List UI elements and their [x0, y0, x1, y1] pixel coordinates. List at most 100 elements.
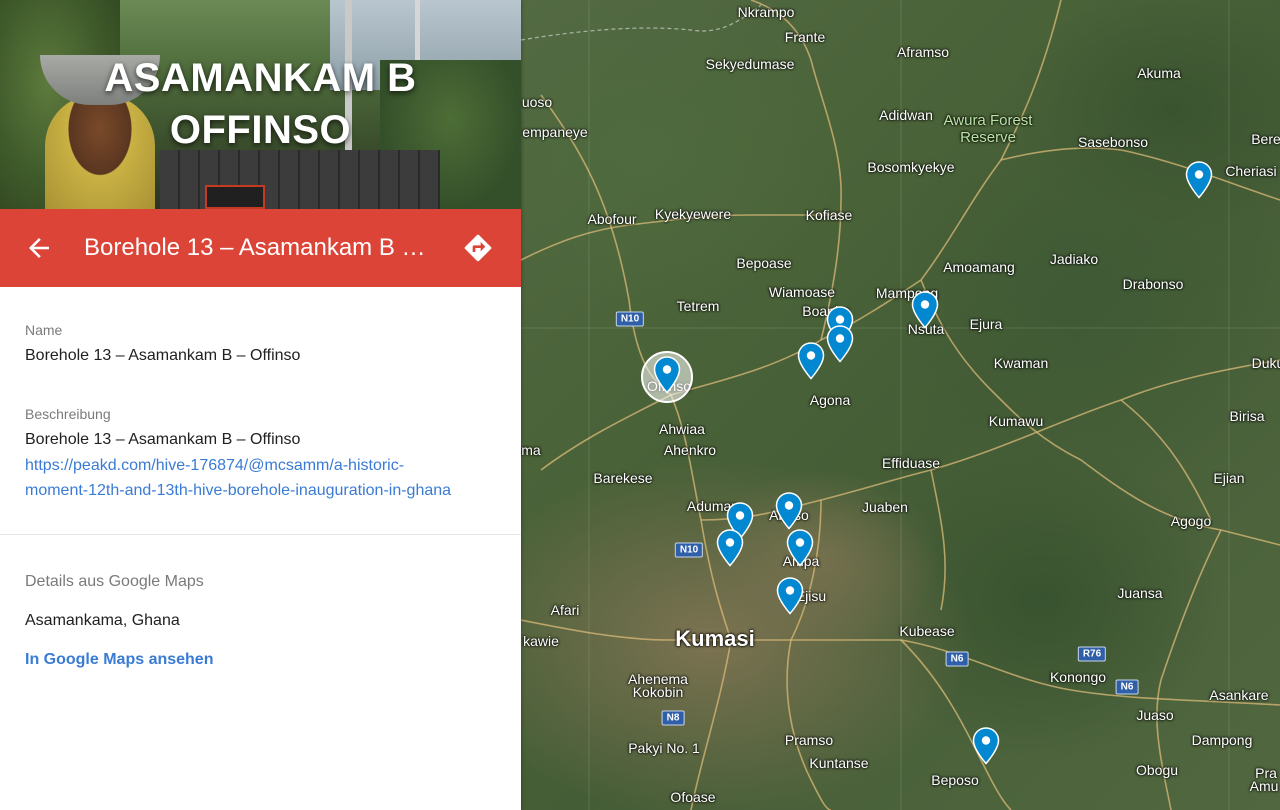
map-label-akuma: Akuma [1137, 65, 1181, 81]
photo-title-line: OFFINSO [169, 108, 352, 152]
google-maps-details-title: Details aus Google Maps [25, 573, 204, 590]
map-marker-abaso[interactable] [775, 492, 803, 530]
map-label-bosomkyekye: Bosomkyekye [867, 159, 955, 175]
forest-label-line: Reserve [960, 129, 1016, 146]
map-label-effiduase: Effiduase [881, 455, 941, 471]
map-label-afari: Afari [550, 602, 580, 618]
map-label-city: Kumasi [675, 626, 755, 651]
map-marker-ampa[interactable] [786, 529, 814, 567]
map-label-kyekyewere: Kyekyewere [654, 206, 732, 222]
map-marker-boanim2[interactable] [826, 325, 854, 363]
map-label-tetrem: Tetrem [676, 298, 720, 314]
map-label-juaso: Juaso [1136, 707, 1174, 723]
map-label-kumawu: Kumawu [988, 413, 1044, 429]
photo-wall [160, 150, 440, 209]
route-shield-n10-b: N10 [674, 542, 704, 558]
map-label-kwaman: Kwaman [993, 355, 1049, 371]
photo-banner [205, 185, 265, 209]
map-pin-icon [716, 529, 744, 567]
map-pin-icon [972, 727, 1000, 765]
map-label-kokobin: Kokobin [632, 684, 684, 700]
map-label-pramso: Pramso [784, 732, 834, 748]
description-link-line: https://peakd.com/hive-176874/@mcsamm/a-… [25, 457, 405, 474]
divider [0, 534, 521, 535]
map-label-frante: Frante [784, 29, 826, 45]
name-label: Name [25, 322, 63, 338]
map-label-forest-reserve: Awura Forest Reserve [944, 112, 1033, 146]
route-shield-n10-a: N10 [615, 311, 645, 327]
map-label-asankare: Asankare [1209, 687, 1269, 703]
map-label-kuntanse: Kuntanse [809, 755, 869, 771]
description-link[interactable]: https://peakd.com/hive-176874/@mcsamm/a-… [25, 453, 495, 503]
map-marker-beposo[interactable] [972, 727, 1000, 765]
map-label-obogu: Obogu [1135, 762, 1179, 778]
map-marker-kyamase[interactable] [797, 342, 825, 380]
header-bar: Borehole 13 – Asamankam B – Offinso [0, 209, 521, 287]
map-label-uoso: uoso [521, 94, 553, 110]
map-label-beposo: Beposo [931, 772, 979, 788]
map-label-jadiako: Jadiako [1049, 251, 1099, 267]
view-in-google-maps-link[interactable]: In Google Maps ansehen [25, 651, 213, 669]
map-label-cheriasi: Cheriasi [1225, 163, 1277, 179]
route-shield-n6-a: N6 [945, 651, 969, 667]
map-label-ofoase: Ofoase [670, 789, 716, 805]
map-label-juaben: Juaben [862, 499, 908, 515]
map-marker-ejisu[interactable] [776, 577, 804, 615]
photo-title-line: ASAMANKAM B [104, 56, 417, 100]
map-label-kofiase: Kofiase [805, 207, 853, 223]
directions-icon [464, 234, 492, 262]
map-label-kubease: Kubease [899, 623, 955, 639]
map-label-sekyedumase: Sekyedumase [705, 56, 795, 72]
forest-label-line: Awura Forest [943, 112, 1033, 129]
map-label-wiamoase: Wiamoase [768, 284, 836, 300]
map-canvas[interactable]: Nkrampo Frante Aframso Sekyedumase Akuma Adid… [521, 0, 1280, 810]
cover-photo: ASAMANKAM B OFFINSO [0, 0, 521, 209]
map-pin-icon [797, 342, 825, 380]
description-value: Borehole 13 – Asamankam B – Offinso [25, 431, 301, 448]
map-label-konongo: Konongo [1049, 669, 1107, 685]
map-pin-icon [826, 325, 854, 363]
route-shield-n6-b: N6 [1115, 679, 1139, 695]
map-label-ejian: Ejian [1213, 470, 1245, 486]
map-label-agogo: Agogo [1170, 513, 1212, 529]
map-label-sasebonso: Sasebonso [1077, 134, 1149, 150]
map-marker-aduman2[interactable] [716, 529, 744, 567]
map-pin-icon [786, 529, 814, 567]
map-label-duku: Duku [1251, 355, 1280, 371]
back-button[interactable] [24, 233, 54, 263]
map-label-amoamang: Amoamang [943, 259, 1015, 275]
map-label-juansa: Juansa [1117, 585, 1163, 601]
map-pin-icon [775, 492, 803, 530]
directions-button[interactable] [462, 232, 494, 264]
route-shield-n8: N8 [661, 710, 685, 726]
map-label-amu: Amu [1249, 778, 1279, 794]
map-marker-cheriasi[interactable] [1185, 161, 1213, 199]
map-label-birisa: Birisa [1229, 408, 1265, 424]
description-label: Beschreibung [25, 406, 111, 422]
map-marker-nsuta[interactable] [911, 291, 939, 329]
map-label-adidwan: Adidwan [879, 107, 933, 123]
map-label-kawie: kawie [523, 633, 559, 649]
arrow-back-icon [29, 238, 49, 258]
map-label-barekese: Barekese [593, 470, 653, 486]
map-label-abofour: Abofour [587, 211, 637, 227]
map-label-aframso: Aframso [896, 44, 950, 60]
map-label-ejura: Ejura [969, 316, 1003, 332]
route-shield-r76: R76 [1077, 646, 1107, 662]
map-pin-icon [1185, 161, 1213, 199]
map-label-bepoase: Bepoase [736, 255, 792, 271]
map-pin-icon [911, 291, 939, 329]
description-link-line: moment-12th-and-13th-hive-borehole-inaug… [25, 482, 452, 499]
map-marker-selected-offinso[interactable] [653, 356, 681, 394]
name-value: Borehole 13 – Asamankam B – Offinso [25, 347, 301, 364]
details-panel: ASAMANKAM B OFFINSO Borehole 13 – Asaman… [0, 0, 521, 810]
map-label-agona: Agona [809, 392, 851, 408]
map-label-pakyi: Pakyi No. 1 [628, 740, 700, 756]
map-pin-icon [653, 356, 681, 394]
map-label-ahwiaa: Ahwiaa [659, 421, 705, 437]
map-label-nkrampo: Nkrampo [737, 4, 795, 20]
map-label-ma: ma [521, 442, 541, 458]
map-label-empaneye: empaneye [522, 124, 588, 140]
place-address: Asamankama, Ghana [25, 612, 180, 629]
map-label-bere: Bere [1251, 131, 1280, 147]
